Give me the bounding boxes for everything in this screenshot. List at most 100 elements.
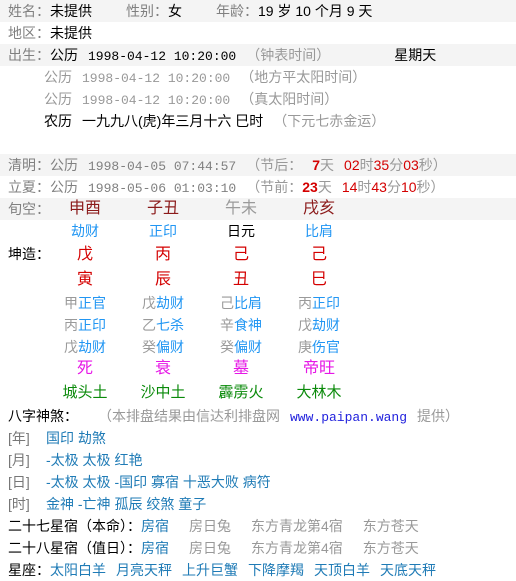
term-minutes-0: 35	[373, 157, 390, 173]
nayin-hour: 大林木	[296, 384, 342, 401]
lunar-date: 一九九八(虎)年三月十六 巳时	[82, 113, 264, 129]
birth-row-local-mean-time: 公历 1998-04-12 10:20:00 （地方平太阳时间）	[0, 66, 516, 88]
shensha-year-label: [年]	[8, 430, 30, 446]
hidden-stem: 庚	[298, 339, 312, 355]
star-natal-sky: 东方苍天	[362, 518, 419, 534]
hidden-stem: 癸	[142, 339, 156, 355]
lunar-note: （下元七赤金运）	[273, 113, 386, 129]
birth-weekday: 星期天	[394, 47, 437, 63]
branch-month: 辰	[154, 271, 171, 288]
term-seconds-unit-0: 秒）	[418, 157, 447, 173]
star-natal-group: 东方青龙第4宿	[251, 518, 343, 534]
star-daily-animal: 房日兔	[189, 540, 231, 556]
term-seconds-unit-1: 秒）	[416, 179, 445, 195]
hidden-stems-row-1: 甲正官 戊劫财 己比肩 丙正印	[0, 292, 516, 314]
name-label: 姓名：	[8, 3, 50, 19]
hidden-god: 七杀	[156, 317, 184, 333]
solar-term-row-lixia: 立夏： 公历 1998-05-06 01:03:10 （节前： 23 天 14 …	[0, 176, 516, 198]
term-hours-0: 02	[344, 157, 360, 173]
hidden-2-year: 丙正印	[46, 314, 124, 336]
paipan-website-link[interactable]: www.paipan.wang	[290, 407, 407, 429]
birth-label: 出生：	[8, 47, 50, 63]
shensha-row-day: [日] -太极 太极 -国印 寡宿 十恶大败 病符	[0, 471, 516, 493]
stem-year: 戊	[76, 246, 93, 263]
hidden-stem: 己	[220, 295, 234, 311]
zodiac-row: 星座： 太阳白羊 月亮天秤 上升巨蟹 下降摩羯 天顶白羊 天底天秤	[0, 559, 516, 581]
xunkong-label: 旬空：	[8, 201, 50, 217]
stage-month: 衰	[154, 360, 171, 377]
hidden-2-hour: 戊劫财	[280, 314, 358, 336]
star-mansion-row-natal: 二十七星宿（本命）： 房宿 房日兔 东方青龙第4宿 东方苍天	[0, 515, 516, 537]
xunkong-month: 子丑	[146, 200, 179, 217]
birth-note-1: （地方平太阳时间）	[240, 69, 367, 85]
zodiac-label: 星座：	[8, 562, 50, 578]
term-prefix-1: （节前：	[246, 179, 303, 195]
hidden-stem: 辛	[220, 317, 234, 333]
hidden-god: 劫财	[78, 339, 106, 355]
birth-datetime-2: 1998-04-12 10:20:00	[82, 93, 231, 108]
star-daily-main: 房宿	[141, 540, 169, 556]
zodiac-descendant: 下降摩羯	[248, 562, 304, 578]
term-calendar-0: 公历	[50, 157, 78, 173]
tengod-month: 正印	[149, 223, 177, 239]
age-value: 19 岁 10 个月 9 天	[258, 3, 373, 19]
credit-tail: 提供）	[417, 408, 460, 424]
bazi-chart-page: 姓名： 未提供 性别： 女 年龄： 19 岁 10 个月 9 天 地区： 未提供…	[0, 0, 516, 581]
hidden-stem: 丙	[298, 295, 312, 311]
shensha-day-items: -太极 太极 -国印 寡宿 十恶大败 病符	[46, 474, 271, 490]
birth-row-true-solar-time: 公历 1998-04-12 10:20:00 （真太阳时间）	[0, 88, 516, 110]
birth-calendar-2: 公历	[44, 91, 72, 107]
birth-calendar-1: 公历	[44, 69, 72, 85]
term-minutes-1: 43	[371, 179, 387, 195]
branch-hour: 巳	[310, 271, 327, 288]
heavenly-stems-row: 坤造： 戊 丙 己 己	[0, 242, 516, 267]
stage-day: 墓	[232, 360, 249, 377]
shensha-row-month: [月] -太极 太极 红艳	[0, 449, 516, 471]
shensha-day-label: [日]	[8, 474, 30, 490]
birth-datetime-1: 1998-04-12 10:20:00	[82, 71, 231, 86]
tengod-top-row: 劫财 正印 日元 比肩	[0, 220, 516, 242]
earthly-branches-row: 寅 辰 丑 巳	[0, 267, 516, 292]
hidden-3-month: 癸偏财	[124, 336, 202, 358]
shensha-hour-label: [时]	[8, 496, 30, 512]
hidden-stems-row-3: 戊劫财 癸偏财 癸偏财 庚伤官	[0, 336, 516, 358]
hidden-3-year: 戊劫财	[46, 336, 124, 358]
hidden-god: 偏财	[234, 339, 262, 355]
spacer-row	[0, 132, 516, 154]
term-seconds-0: 03	[403, 157, 419, 173]
star-natal-main: 房宿	[141, 518, 169, 534]
branch-year: 寅	[76, 271, 93, 288]
birth-row-lunar: 农历 一九九八(虎)年三月十六 巳时 （下元七赤金运）	[0, 110, 516, 132]
xunkong-day: 午未	[224, 200, 257, 217]
stage-hour: 帝旺	[302, 360, 335, 377]
term-hours-unit-1: 时	[357, 179, 372, 195]
lunar-calendar-label: 农历	[44, 113, 72, 129]
hidden-2-day: 辛食神	[202, 314, 280, 336]
zodiac-imum-coeli: 天底天秤	[380, 562, 436, 578]
term-days-0: 7	[312, 157, 321, 173]
term-hours-unit-0: 时	[359, 157, 374, 173]
hidden-god: 正印	[78, 317, 106, 333]
stem-day: 己	[232, 246, 249, 263]
term-seconds-1: 10	[400, 179, 417, 195]
hidden-god: 偏财	[156, 339, 184, 355]
zodiac-moon: 月亮天秤	[116, 562, 172, 578]
hidden-3-hour: 庚伤官	[280, 336, 358, 358]
hidden-stem: 丙	[64, 317, 78, 333]
hidden-stem: 戊	[298, 317, 312, 333]
shensha-month-items: -太极 太极 红艳	[46, 452, 143, 468]
tengod-year: 劫财	[71, 223, 99, 239]
hidden-1-year: 甲正官	[46, 292, 124, 314]
hidden-stems-row-2: 丙正印 乙七杀 辛食神 戊劫财	[0, 314, 516, 336]
nayin-year: 城头土	[62, 384, 108, 401]
term-minutes-unit-1: 分	[386, 179, 401, 195]
region-row: 地区： 未提供	[0, 22, 516, 44]
region-value: 未提供	[50, 25, 92, 41]
xunkong-row: 旬空： 申酉 子丑 午未 戌亥	[0, 198, 516, 220]
age-label: 年龄：	[216, 3, 258, 19]
birth-datetime-0: 1998-04-12 10:20:00	[88, 49, 237, 64]
term-days-unit-1: 天	[317, 179, 332, 195]
star-daily-label: 二十八星宿（值日）：	[8, 540, 141, 556]
shensha-row-year: [年] 国印 劫煞	[0, 427, 516, 449]
gender-label: 性别：	[126, 3, 168, 19]
